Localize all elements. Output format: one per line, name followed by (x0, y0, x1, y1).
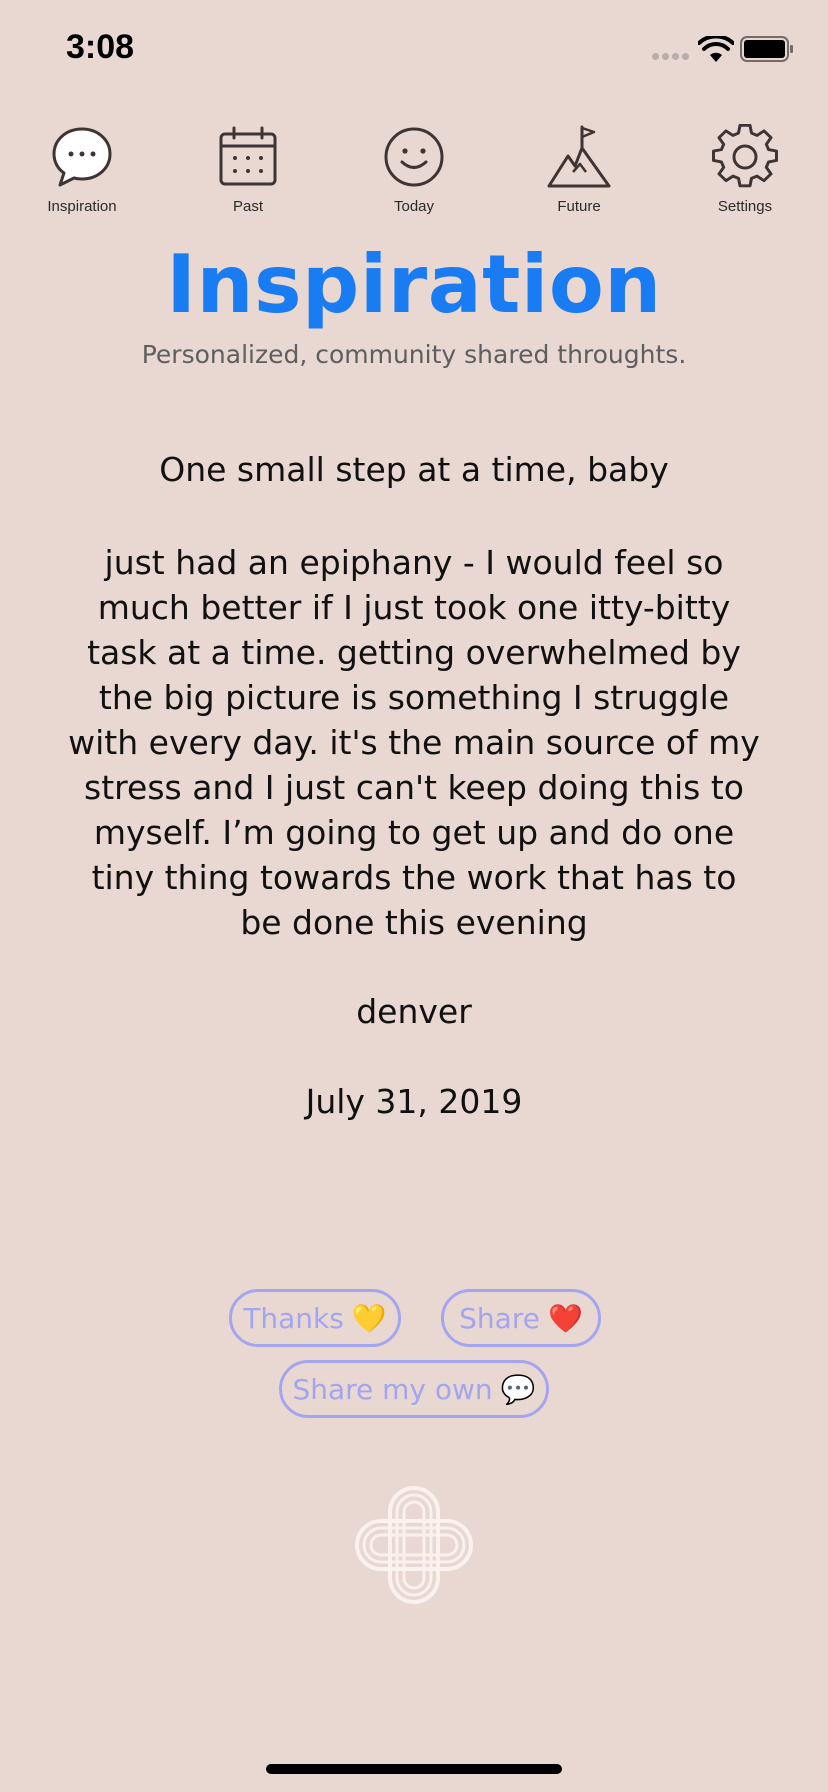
wifi-icon (698, 36, 734, 62)
calendar-icon (219, 126, 277, 186)
nav-label-today: Today (393, 198, 435, 215)
smiley-icon (384, 127, 444, 187)
post-author: denver (356, 992, 472, 1031)
share-my-own-label: Share my own (292, 1372, 493, 1406)
post-date: July 31, 2019 (305, 1082, 523, 1121)
gear-icon (712, 124, 778, 188)
nav-label-future: Future (557, 198, 601, 215)
nav-item-past[interactable]: Past (178, 124, 318, 215)
status-bar: 3:08 (0, 0, 828, 100)
nav-label-inspiration: Inspiration (47, 198, 117, 215)
home-indicator[interactable] (266, 1764, 562, 1774)
speech-balloon-icon: 💬 (500, 1372, 536, 1406)
nav-label-settings: Settings (717, 198, 773, 215)
battery-icon (740, 36, 793, 62)
app-logo-icon (355, 1486, 473, 1604)
yellow-heart-icon: 💛 (351, 1301, 387, 1335)
status-time: 3:08 (66, 28, 135, 66)
red-heart-icon: ❤️ (547, 1301, 583, 1335)
page-title: Inspiration (166, 238, 662, 331)
nav-label-past: Past (232, 198, 263, 215)
thanks-button-label: Thanks (243, 1301, 344, 1335)
mountain-flag-icon (547, 125, 611, 188)
screen: 3:08 Inspiration Past Today Future Setti… (0, 0, 828, 1792)
post-body: just had an epiphany - I would feel so m… (68, 543, 760, 942)
share-button[interactable]: Share ❤️ (441, 1289, 601, 1347)
speech-bubble-icon (52, 127, 112, 187)
share-my-own-button[interactable]: Share my own 💬 (279, 1360, 549, 1418)
page-subtitle: Personalized, community shared throughts… (141, 340, 687, 369)
nav-item-settings[interactable]: Settings (675, 124, 815, 215)
share-button-label: Share (459, 1301, 540, 1335)
post-title: One small step at a time, baby (159, 450, 669, 489)
nav-item-future[interactable]: Future (509, 124, 649, 215)
top-nav: Inspiration Past Today Future Settings (0, 124, 828, 224)
nav-item-inspiration[interactable]: Inspiration (12, 124, 152, 215)
thanks-button[interactable]: Thanks 💛 (229, 1289, 401, 1347)
nav-item-today[interactable]: Today (344, 124, 484, 215)
cellular-signal-icon (652, 53, 689, 60)
